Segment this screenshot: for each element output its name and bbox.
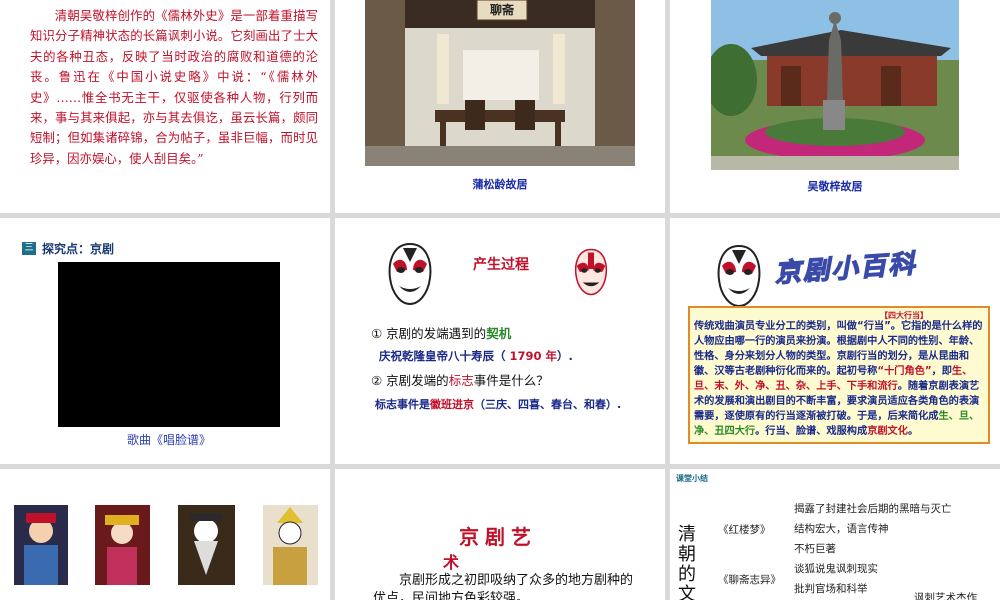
- section-title: 探究点：京剧: [42, 242, 115, 256]
- four-roles-infobox: 【四大行当】 传统戏曲演员专业分工的类别，叫做“行当”。它指的是什么样的人物应由…: [688, 306, 990, 444]
- slide-opera-art[interactable]: 京剧艺 术 京剧形成之初即吸纳了众多的地方剧种的优点，民间地方色彩较强。: [335, 469, 665, 600]
- opera-art-title: 京剧艺: [459, 525, 537, 549]
- wu-jingzi-caption: 吴敬梓故居: [807, 180, 863, 193]
- opera-mask-icon-right: [574, 248, 608, 296]
- question-2: ② 京剧发端的标志事件是什么？: [371, 373, 549, 388]
- four-roles-text: 传统戏曲演员专业分工的类别，叫做“行当”。它指的是什么样的人物应由哪一行的演员来…: [694, 321, 983, 437]
- book-liaozhai: 《聊斋志异》: [718, 574, 781, 586]
- opera-mask-icon: [717, 244, 761, 308]
- slide-rulin-waishi[interactable]: 清朝吴敬梓创作的《儒林外史》是一部着重描写知识分子精神状态的长篇讽刺小说。它刻画…: [0, 0, 330, 213]
- book-honglou: 《红楼梦》: [718, 524, 771, 536]
- answer-1: 庆祝乾隆皇帝八十寿辰（ 1790 年）.: [379, 349, 573, 363]
- summary-item: 谈狐说鬼讽刺现实: [794, 563, 878, 575]
- slide-explore-beijing-opera[interactable]: 三 探究点：京剧 歌曲《唱脸谱》: [0, 218, 330, 464]
- opera-photo-4: [263, 505, 318, 585]
- opera-photo-3: [178, 505, 235, 585]
- rulin-waishi-text: 清朝吴敬梓创作的《儒林外史》是一部着重描写知识分子精神状态的长篇讽刺小说。它刻画…: [30, 8, 318, 166]
- slide-opera-photos[interactable]: [0, 469, 330, 600]
- slide-origin-process[interactable]: 产生过程 ① 京剧的发端遇到的契机 庆祝乾隆皇帝八十寿辰（ 1790 年）. ②…: [335, 218, 665, 464]
- summary-item: 不朽巨著: [794, 543, 836, 555]
- summary-item: 揭露了封建社会后期的黑暗与灭亡: [794, 503, 952, 515]
- slide-class-summary[interactable]: 课堂小结 清朝的文 《红楼梦》 《聊斋志异》 揭露了封建社会后期的黑暗与灭亡 结…: [670, 469, 1000, 600]
- pu-songling-caption: 蒲松龄故居: [472, 178, 528, 191]
- origin-title: 产生过程: [473, 257, 529, 273]
- video-caption: 歌曲《唱脸谱》: [126, 433, 211, 447]
- summary-tag: 课堂小结: [676, 474, 708, 483]
- four-roles-tag: 【四大行当】: [880, 311, 928, 320]
- opera-photo-1: [14, 505, 68, 585]
- question-1: ① 京剧的发端遇到的契机: [371, 326, 512, 341]
- opera-mask-icon: [388, 242, 432, 306]
- opera-photo-2: [95, 505, 150, 585]
- answer-2: 标志事件是徽班进京（三庆、四喜、春台、和春）.: [375, 398, 622, 411]
- pu-songling-residence-photo: 聊斋: [365, 0, 635, 166]
- summary-item: 批判官场和科举: [794, 583, 868, 595]
- encyclopedia-wordart: 京剧小百科: [773, 248, 922, 289]
- opera-art-body: 京剧形成之初即吸纳了众多的地方剧种的优点，民间地方色彩较强。: [373, 573, 634, 600]
- wu-jingzi-residence-photo: [711, 0, 959, 170]
- opera-art-title-cont: 术: [443, 553, 466, 572]
- summary-vertical-title: 清朝的文: [678, 524, 696, 600]
- video-player[interactable]: [58, 262, 280, 427]
- section-badge: 三: [22, 242, 36, 255]
- summary-bottom: 讽刺艺术杰作: [914, 592, 977, 600]
- slide-pu-songling-residence[interactable]: 聊斋 蒲松龄故居: [335, 0, 665, 213]
- summary-item: 结构宏大，语言传神: [794, 523, 889, 535]
- slide-wu-jingzi-residence[interactable]: 吴敬梓故居: [670, 0, 1000, 213]
- plaque-text: 聊斋: [490, 2, 515, 17]
- slide-opera-encyclopedia[interactable]: 京剧小百科 【四大行当】 传统戏曲演员专业分工的类别，叫做“行当”。它指的是什么…: [670, 218, 1000, 464]
